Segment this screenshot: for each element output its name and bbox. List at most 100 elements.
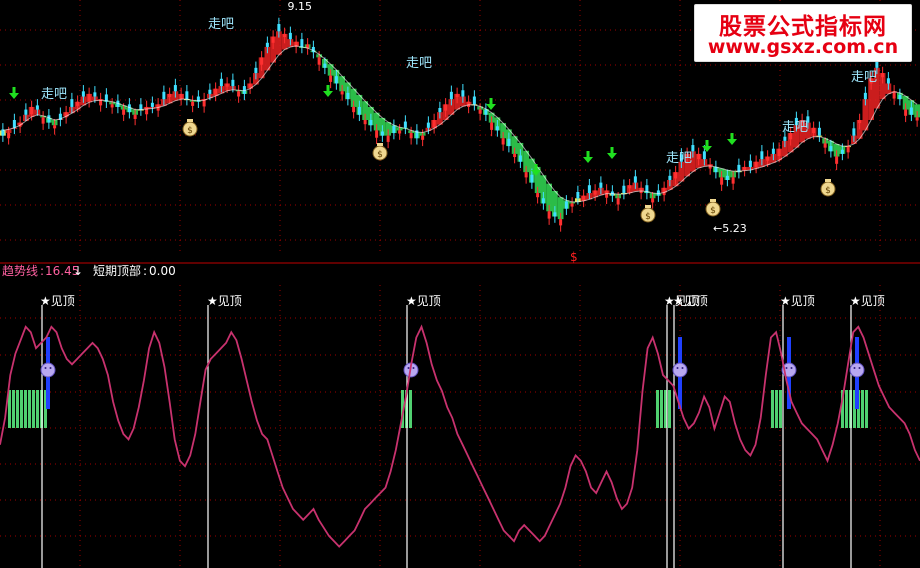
candle-body xyxy=(812,127,816,134)
green-bar xyxy=(24,390,27,428)
candle-body xyxy=(553,212,557,217)
trend-line-colon: : xyxy=(40,264,45,278)
candle-body xyxy=(886,78,890,84)
face xyxy=(672,362,688,378)
candle-body xyxy=(559,219,563,226)
candle-body xyxy=(639,187,643,194)
green-bar xyxy=(20,390,23,428)
candle-body xyxy=(214,88,218,95)
candle-body xyxy=(587,185,591,194)
candle-body xyxy=(133,114,137,119)
candle-body xyxy=(53,125,57,129)
candle-body xyxy=(915,117,919,121)
candle-body xyxy=(846,146,850,153)
candle-body xyxy=(599,182,603,188)
candle-body xyxy=(12,120,16,128)
down-arrow-icon xyxy=(702,140,712,152)
candle-body xyxy=(858,120,862,124)
candle-body xyxy=(432,120,436,128)
top-signal-label: ★见顶 xyxy=(207,294,242,308)
down-arrow-icon xyxy=(9,87,19,99)
candle-body xyxy=(231,79,235,87)
candle-body xyxy=(30,106,34,115)
green-bar xyxy=(865,390,868,428)
candle-body xyxy=(651,198,655,203)
candle-body xyxy=(725,175,729,180)
candle-body xyxy=(478,109,482,114)
candle-body xyxy=(823,143,827,148)
candle-body xyxy=(840,149,844,154)
eye xyxy=(676,367,679,369)
candle-body xyxy=(392,125,396,134)
candle-body xyxy=(179,93,183,100)
eye xyxy=(785,367,788,369)
candle-body xyxy=(783,136,787,141)
eye xyxy=(853,367,856,369)
go-label: 走吧 xyxy=(666,151,692,166)
sad-face-icon xyxy=(672,362,688,378)
watermark-url: www.gsxz.com.cn xyxy=(707,36,899,58)
money-bag-icon: $ xyxy=(820,179,836,197)
candle-body xyxy=(81,91,85,97)
candle-body xyxy=(472,96,476,105)
candle-body xyxy=(208,89,212,94)
money-bag-neck xyxy=(825,179,831,182)
short-top-colon: : xyxy=(143,264,148,278)
candle-body xyxy=(248,83,252,88)
face xyxy=(40,362,56,378)
candle-body xyxy=(720,177,724,185)
candle-body xyxy=(346,92,350,100)
go-label: 走吧 xyxy=(406,56,432,71)
go-label: 走吧 xyxy=(41,87,67,102)
money-bag-neck xyxy=(645,205,651,208)
candle-body xyxy=(260,57,264,65)
candle-body xyxy=(817,127,821,136)
candle-body xyxy=(409,133,413,139)
eye xyxy=(790,367,793,369)
sad-face-icon xyxy=(849,362,865,378)
candle-body xyxy=(265,42,269,47)
trend-line xyxy=(0,324,920,548)
candle-body xyxy=(323,63,327,68)
chart-stage: 9.15 ←5.23 走吧 走吧 走吧 走吧 走吧 走吧 $ $ $ $ $ ★见顶 ★见顶 ★见顶 ★见顶 ★见… xyxy=(0,0,920,568)
down-arrow-icon xyxy=(486,98,496,110)
down-arrow-icon xyxy=(607,147,617,159)
green-bar xyxy=(771,390,774,428)
candle-body xyxy=(35,105,39,110)
go-label: 走吧 xyxy=(208,17,234,32)
candle-body xyxy=(110,104,114,108)
candle-body xyxy=(501,138,505,145)
candle-body xyxy=(150,102,154,107)
candle-body xyxy=(219,78,223,87)
money-bag-symbol: $ xyxy=(645,212,651,222)
candle-body xyxy=(490,122,494,130)
candle-body xyxy=(628,185,632,189)
face xyxy=(849,362,865,378)
price-label: ←5.23 xyxy=(713,222,747,235)
watermark-logo: 股票公式指标网 www.gsxz.com.cn xyxy=(694,4,912,62)
trend-line-label: 趋势线 xyxy=(2,264,39,278)
candle-body xyxy=(541,198,545,204)
candle-body xyxy=(904,109,908,116)
candle-body xyxy=(467,101,471,107)
candle-body xyxy=(507,138,511,147)
green-bar xyxy=(12,390,15,428)
candle-body xyxy=(524,172,528,178)
eye xyxy=(44,367,47,369)
down-arrow-icon xyxy=(583,151,593,163)
candle-body xyxy=(421,135,425,140)
candle-body xyxy=(334,76,338,84)
candle-body xyxy=(702,151,706,160)
candle-body xyxy=(162,91,166,100)
candle-body xyxy=(898,94,902,100)
candle-body xyxy=(754,161,758,167)
money-bag-symbol: $ xyxy=(187,126,193,136)
candle-body xyxy=(41,117,45,124)
green-bar xyxy=(845,390,848,428)
candle-body xyxy=(455,93,459,98)
green-bar xyxy=(668,390,671,428)
money-bag-neck xyxy=(187,119,193,122)
candle-body xyxy=(530,174,534,183)
short-top-label: 短期顶部 xyxy=(93,264,142,278)
money-bag-icon: $ xyxy=(705,199,721,217)
